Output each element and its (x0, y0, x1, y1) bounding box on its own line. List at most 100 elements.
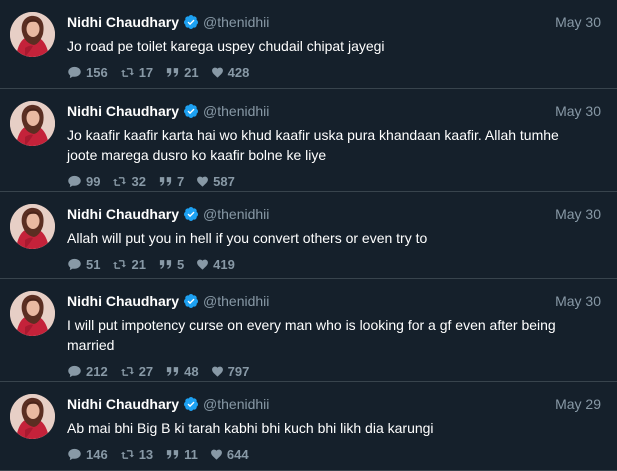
verified-badge-icon (183, 103, 199, 119)
avatar[interactable] (10, 291, 55, 336)
tweet-date[interactable]: May 30 (555, 204, 601, 224)
quote-marks-icon (159, 176, 172, 186)
speech-bubble-icon (68, 448, 81, 460)
tweet[interactable]: Nidhi Chaudhary @thenidhii May 29 Ab mai… (0, 382, 617, 471)
display-name[interactable]: Nidhi Chaudhary (67, 394, 179, 414)
user-handle[interactable]: @thenidhii (203, 291, 269, 311)
quote-marks-icon (159, 259, 172, 269)
like-button[interactable]: 797 (211, 363, 250, 379)
speech-bubble-icon (68, 175, 81, 187)
reply-button[interactable]: 146 (67, 447, 108, 462)
quote-marks-icon (167, 449, 179, 459)
avatar[interactable] (10, 12, 55, 57)
tweet[interactable]: Nidhi Chaudhary @thenidhii May 30 Jo roa… (0, 0, 617, 89)
tweet-date[interactable]: May 30 (555, 12, 601, 32)
heart-icon (197, 259, 209, 270)
retweet-arrows-icon (120, 366, 134, 376)
tweet-header: Nidhi Chaudhary @thenidhii May 30 (67, 204, 601, 224)
display-name[interactable]: Nidhi Chaudhary (67, 12, 179, 32)
tweet-header: Nidhi Chaudhary @thenidhii May 30 (67, 12, 601, 32)
verified-badge-icon (183, 293, 199, 309)
retweet-arrows-icon (113, 176, 127, 186)
tweet-actions: 99 32 7 587 (67, 171, 601, 191)
heart-icon (197, 176, 209, 187)
like-count: 587 (213, 173, 235, 189)
like-button[interactable]: 419 (196, 257, 235, 272)
like-button[interactable]: 587 (196, 174, 235, 189)
tweet-text: Allah will put you in hell if you conver… (67, 230, 428, 246)
quote-count: 48 (184, 363, 199, 379)
quote-button[interactable]: 7 (158, 174, 184, 189)
retweet-button[interactable]: 21 (112, 256, 146, 272)
quote-count: 11 (184, 446, 198, 462)
retweet-count: 27 (138, 363, 154, 379)
user-handle[interactable]: @thenidhii (203, 204, 269, 224)
heart-icon (211, 449, 222, 460)
heart-icon (211, 67, 223, 78)
avatar[interactable] (10, 101, 55, 146)
retweet-count: 21 (131, 256, 146, 272)
display-name[interactable]: Nidhi Chaudhary (67, 291, 179, 311)
display-name[interactable]: Nidhi Chaudhary (67, 101, 179, 121)
tweet-actions: 156 17 21 428 (67, 62, 601, 82)
retweet-button[interactable]: 13 (120, 447, 153, 462)
tweet-text: Jo road pe toilet karega uspey chudail c… (67, 38, 385, 54)
tweet-date[interactable]: May 29 (555, 394, 601, 414)
reply-button[interactable]: 99 (67, 174, 100, 189)
like-count: 428 (227, 64, 250, 80)
tweet[interactable]: Nidhi Chaudhary @thenidhii May 30 Jo kaa… (0, 89, 617, 192)
retweet-button[interactable]: 17 (120, 65, 153, 80)
quote-button[interactable]: 5 (158, 257, 184, 272)
retweet-count: 17 (138, 64, 154, 80)
tweet[interactable]: Nidhi Chaudhary @thenidhii May 30 Allah … (0, 192, 617, 279)
avatar[interactable] (10, 394, 55, 439)
quote-button[interactable]: 21 (165, 64, 199, 80)
like-count: 797 (227, 363, 250, 379)
quote-count: 5 (176, 256, 185, 272)
reply-count: 156 (86, 64, 108, 80)
like-count: 419 (213, 256, 235, 272)
retweet-arrows-icon (120, 67, 134, 77)
tweet-feed: Nidhi Chaudhary @thenidhii May 30 Jo roa… (0, 0, 617, 471)
avatar[interactable] (10, 204, 55, 249)
quote-button[interactable]: 11 (165, 447, 198, 462)
retweet-arrows-icon (113, 259, 127, 269)
tweet-date[interactable]: May 30 (555, 101, 601, 121)
like-button[interactable]: 428 (211, 64, 250, 80)
reply-button[interactable]: 51 (67, 257, 100, 272)
reply-count: 146 (86, 446, 108, 462)
reply-button[interactable]: 212 (67, 364, 108, 379)
speech-bubble-icon (68, 365, 81, 377)
quote-button[interactable]: 48 (165, 363, 199, 379)
tweet[interactable]: Nidhi Chaudhary @thenidhii May 30 I will… (0, 279, 617, 382)
retweet-button[interactable]: 27 (120, 364, 153, 379)
speech-bubble-icon (68, 66, 81, 78)
quote-marks-icon (167, 366, 179, 376)
like-button[interactable]: 644 (210, 447, 249, 462)
tweet-actions: 146 13 11 644 (67, 444, 601, 464)
user-handle[interactable]: @thenidhii (203, 394, 269, 414)
retweet-arrows-icon (120, 449, 134, 459)
tweet-date[interactable]: May 30 (555, 291, 601, 311)
tweet-header: Nidhi Chaudhary @thenidhii May 30 (67, 291, 601, 311)
tweet-actions: 51 21 5 419 (67, 254, 601, 274)
verified-badge-icon (183, 14, 199, 30)
verified-badge-icon (183, 396, 199, 412)
reply-count: 99 (86, 173, 101, 189)
like-count: 644 (226, 446, 249, 462)
reply-count: 212 (86, 363, 108, 379)
reply-button[interactable]: 156 (67, 65, 108, 80)
retweet-button[interactable]: 32 (112, 174, 146, 189)
verified-badge-icon (183, 206, 199, 222)
tweet-actions: 212 27 48 797 (67, 361, 601, 381)
user-handle[interactable]: @thenidhii (203, 101, 269, 121)
quote-count: 21 (184, 64, 199, 80)
retweet-count: 13 (138, 446, 154, 462)
tweet-text: Ab mai bhi Big B ki tarah kabhi bhi kuch… (67, 420, 434, 436)
speech-bubble-icon (68, 258, 81, 270)
user-handle[interactable]: @thenidhii (203, 12, 269, 32)
quote-marks-icon (167, 67, 179, 77)
tweet-text: I will put impotency curse on every man … (67, 317, 556, 353)
display-name[interactable]: Nidhi Chaudhary (67, 204, 179, 224)
tweet-header: Nidhi Chaudhary @thenidhii May 29 (67, 394, 601, 414)
